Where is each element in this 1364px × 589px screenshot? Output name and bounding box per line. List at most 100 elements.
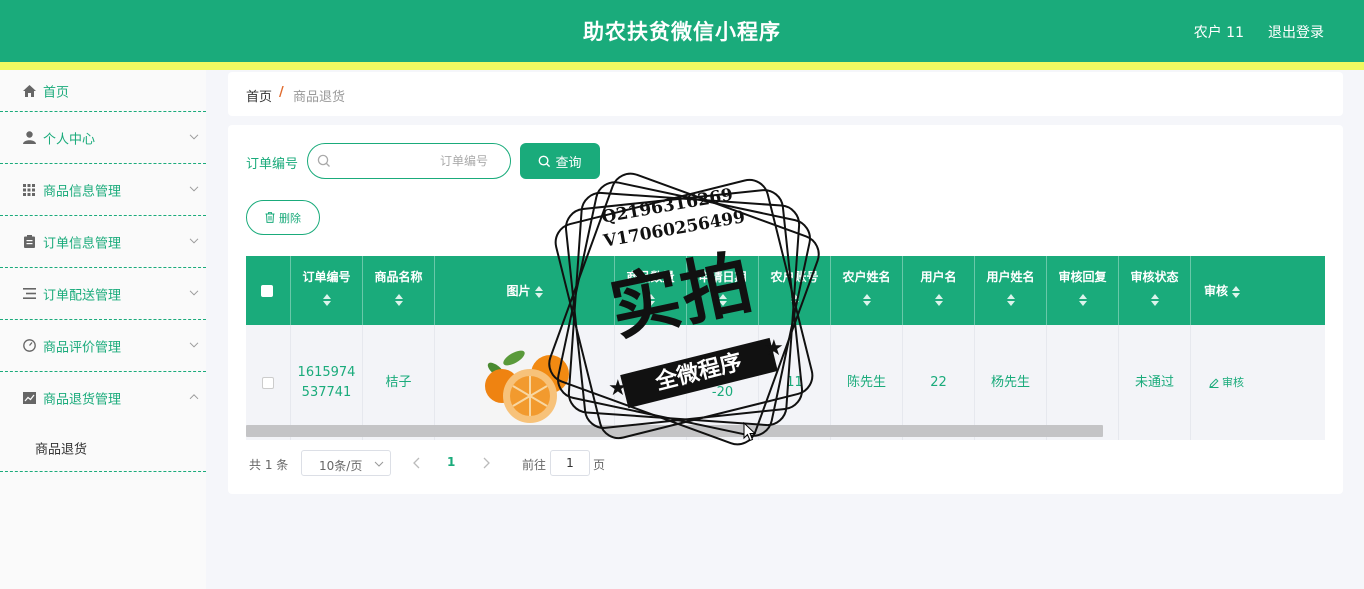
row-select-cell bbox=[246, 325, 291, 440]
search-input[interactable] bbox=[338, 150, 488, 172]
prev-page-icon[interactable] bbox=[413, 457, 421, 469]
sort-icon[interactable] bbox=[1150, 294, 1159, 306]
header-product[interactable]: 商品名称 bbox=[363, 256, 435, 325]
header-select-all[interactable] bbox=[246, 256, 291, 325]
content-panel: 订单编号 查询 删除 订单编号 商品名称 图片 商品数量 申请日期 农户账号 农… bbox=[228, 125, 1343, 494]
cell-order-no: 1615974 537741 bbox=[291, 325, 363, 440]
sort-icon[interactable] bbox=[646, 294, 655, 306]
table-header: 订单编号 商品名称 图片 商品数量 申请日期 农户账号 农户姓名 用户名 用户姓… bbox=[246, 256, 1325, 325]
sidebar-item-delivery[interactable]: 订单配送管理 bbox=[0, 268, 206, 320]
chevron-down-icon bbox=[189, 237, 199, 244]
cell-username: 22 bbox=[903, 325, 975, 440]
sort-icon[interactable] bbox=[718, 294, 727, 306]
header-review[interactable]: 审核 bbox=[1191, 256, 1325, 325]
search-box bbox=[307, 143, 511, 179]
home-icon bbox=[22, 84, 36, 98]
next-page-icon[interactable] bbox=[482, 457, 490, 469]
sort-icon[interactable] bbox=[1232, 285, 1240, 298]
row-checkbox[interactable] bbox=[262, 376, 274, 389]
sidebar-item-reviews[interactable]: 商品评价管理 bbox=[0, 320, 206, 372]
sidebar-item-label: 商品信息管理 bbox=[43, 184, 122, 199]
sort-icon[interactable] bbox=[790, 294, 799, 306]
total-count: 共 1 条 bbox=[249, 458, 289, 472]
search-label: 订单编号 bbox=[246, 157, 299, 172]
header-reply[interactable]: 审核回复 bbox=[1047, 256, 1119, 325]
chevron-down-icon bbox=[189, 289, 199, 296]
delete-button[interactable]: 删除 bbox=[246, 200, 320, 235]
orange-image[interactable] bbox=[479, 339, 570, 426]
sidebar-subitem-returns[interactable]: 商品退货 bbox=[0, 424, 206, 472]
page-unit-label: 页 bbox=[593, 458, 606, 472]
breadcrumb-home[interactable]: 首页 bbox=[246, 86, 272, 105]
gauge-icon bbox=[22, 339, 36, 353]
grid-icon bbox=[22, 183, 36, 197]
sidebar-item-label: 订单信息管理 bbox=[43, 236, 122, 251]
sidebar-item-personal[interactable]: 个人中心 bbox=[0, 112, 206, 164]
header-order-no[interactable]: 订单编号 bbox=[291, 256, 363, 325]
cell-status: 未通过 bbox=[1119, 325, 1191, 440]
header-farmer-name[interactable]: 农户姓名 bbox=[831, 256, 903, 325]
list-icon bbox=[22, 287, 36, 301]
sort-icon[interactable] bbox=[862, 294, 871, 306]
cell-user-realname: 杨先生 bbox=[975, 325, 1047, 440]
mouse-cursor-icon bbox=[743, 422, 757, 442]
query-button-label: 查询 bbox=[555, 155, 582, 171]
cell-farmer-name: 陈先生 bbox=[831, 325, 903, 440]
sidebar-item-label: 订单配送管理 bbox=[43, 288, 122, 303]
logout-button[interactable]: 退出登录 bbox=[1268, 22, 1324, 42]
returns-table: 订单编号 商品名称 图片 商品数量 申请日期 农户账号 农户姓名 用户名 用户姓… bbox=[246, 256, 1325, 440]
sort-icon[interactable] bbox=[1078, 294, 1087, 306]
header-image[interactable]: 图片 bbox=[435, 256, 615, 325]
sidebar-item-label: 首页 bbox=[43, 85, 70, 100]
clipboard-icon bbox=[22, 235, 36, 249]
header-username[interactable]: 用户名 bbox=[903, 256, 975, 325]
edit-icon bbox=[1209, 377, 1219, 388]
sidebar-item-label: 个人中心 bbox=[43, 132, 96, 147]
header-date[interactable]: 申请日期 bbox=[687, 256, 759, 325]
sidebar-item-returns[interactable]: 商品退货管理 bbox=[0, 372, 206, 424]
sort-icon[interactable] bbox=[322, 294, 331, 306]
user-icon bbox=[22, 131, 36, 145]
sidebar-item-home[interactable]: 首页 bbox=[0, 70, 206, 112]
page-size-value: 10条/页 bbox=[319, 459, 363, 473]
header-quantity[interactable]: 商品数量 bbox=[615, 256, 687, 325]
chevron-down-icon bbox=[189, 133, 199, 140]
cell-quantity: nul bbox=[615, 325, 687, 440]
goto-label: 前往 bbox=[522, 458, 547, 472]
breadcrumb: 首页 / 商品退货 bbox=[228, 72, 1343, 116]
sidebar-item-label: 商品评价管理 bbox=[43, 340, 122, 355]
sidebar-item-label: 商品退货管理 bbox=[43, 392, 122, 408]
page-number[interactable]: 1 bbox=[447, 455, 455, 469]
chevron-up-icon bbox=[189, 394, 199, 400]
sort-icon[interactable] bbox=[934, 294, 943, 306]
cell-review: 审核 bbox=[1191, 325, 1325, 440]
search-icon bbox=[317, 154, 330, 167]
app-title: 助农扶贫微信小程序 bbox=[583, 20, 781, 44]
accent-strip bbox=[0, 62, 1364, 70]
chevron-down-icon bbox=[374, 461, 384, 467]
top-bar: 助农扶贫微信小程序 农户 11 退出登录 bbox=[0, 0, 1364, 62]
sort-icon[interactable] bbox=[394, 294, 403, 306]
cell-farmer-account: 11 bbox=[759, 325, 831, 440]
header-status[interactable]: 审核状态 bbox=[1119, 256, 1191, 325]
sort-icon[interactable] bbox=[1006, 294, 1015, 306]
breadcrumb-separator: / bbox=[279, 85, 284, 100]
sort-icon[interactable] bbox=[534, 285, 543, 298]
current-user: 农户 11 bbox=[1193, 25, 1244, 41]
select-all-checkbox[interactable] bbox=[261, 285, 273, 297]
table-row: 1615974 537741 桔子 nul 2021-03 -20 11 陈先生 2… bbox=[246, 325, 1325, 440]
delete-button-label: 删除 bbox=[279, 211, 301, 225]
search-icon bbox=[539, 155, 551, 167]
sidebar-item-order-info[interactable]: 订单信息管理 bbox=[0, 216, 206, 268]
page-jump-input[interactable]: 1 bbox=[550, 450, 590, 476]
header-user-realname[interactable]: 用户姓名 bbox=[975, 256, 1047, 325]
horizontal-scrollbar[interactable] bbox=[246, 425, 1103, 437]
query-button[interactable]: 查询 bbox=[520, 143, 600, 179]
review-button[interactable]: 审核 bbox=[1209, 373, 1244, 393]
chevron-down-icon bbox=[189, 341, 199, 348]
page-size-select[interactable]: 10条/页 bbox=[301, 450, 391, 476]
sidebar-item-product-info[interactable]: 商品信息管理 bbox=[0, 164, 206, 216]
header-farmer-account[interactable]: 农户账号 bbox=[759, 256, 831, 325]
cell-image bbox=[435, 325, 615, 440]
breadcrumb-current: 商品退货 bbox=[293, 90, 346, 105]
